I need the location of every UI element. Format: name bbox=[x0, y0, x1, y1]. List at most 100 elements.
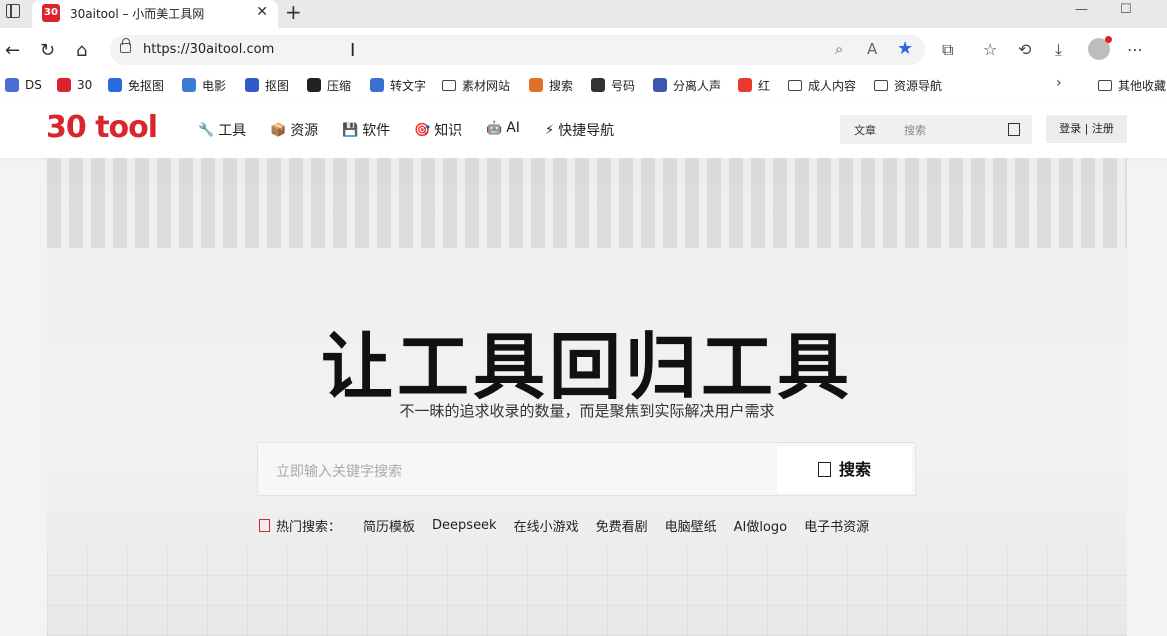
box-icon: 📦 bbox=[270, 122, 287, 138]
hot-keyword[interactable]: 电子书资源 bbox=[804, 516, 869, 535]
bookmark-2[interactable]: 免抠图 bbox=[108, 76, 164, 94]
maximize-icon[interactable]: ☐ bbox=[1120, 2, 1132, 17]
floppy-icon: 💾 bbox=[342, 122, 359, 138]
browser-tab[interactable]: 30 30aitool – 小而美工具网 ✕ bbox=[32, 0, 278, 28]
tab-title: 30aitool – 小而美工具网 bbox=[70, 7, 205, 21]
site-logo[interactable]: 30 tool bbox=[46, 110, 158, 145]
bookmark-7[interactable]: 素材网站 bbox=[442, 76, 510, 94]
30-icon bbox=[57, 78, 71, 92]
hero-search-button-label: 搜索 bbox=[838, 460, 871, 479]
extensions-icon[interactable]: ⧉ bbox=[942, 40, 953, 60]
site-header: 30 tool 🔧 工具 📦 资源 💾 软件 🎯 知识 🤖 AI ⚡ 快捷导航 文章 搜索 登录 | … bbox=[0, 98, 1167, 158]
favorites-icon[interactable]: ☆ bbox=[983, 40, 997, 59]
convert-icon bbox=[370, 78, 384, 92]
bookmark-label: 分离人声 bbox=[673, 78, 722, 93]
search-s-icon bbox=[529, 78, 543, 92]
hero-search-button[interactable]: 搜索 bbox=[777, 446, 912, 493]
bookmark-label: 抠图 bbox=[265, 78, 290, 93]
tab-strip: 30 30aitool – 小而美工具网 ✕ + — ☐ bbox=[0, 0, 1167, 28]
hot-keyword[interactable]: Deepseek bbox=[432, 518, 497, 533]
new-tab-icon[interactable]: + bbox=[285, 0, 302, 24]
address-bar[interactable]: https://30aitool.com I ⌕ A ★ bbox=[110, 35, 925, 65]
bookmark-label: 转文字 bbox=[390, 78, 427, 93]
url-text[interactable]: https://30aitool.com bbox=[143, 42, 274, 57]
bookmark-0[interactable]: DS bbox=[5, 76, 42, 94]
hot-searches-label: 热门搜索： bbox=[276, 520, 342, 535]
tab-close-icon[interactable]: ✕ bbox=[256, 4, 268, 20]
nav-item-5[interactable]: ⚡ 快捷导航 bbox=[545, 120, 614, 140]
profile-avatar[interactable] bbox=[1088, 36, 1112, 60]
bookmarks-overflow-icon[interactable]: › bbox=[1056, 75, 1062, 91]
bookmark-11[interactable]: 红 bbox=[738, 76, 770, 94]
bookmark-8[interactable]: 搜索 bbox=[529, 76, 573, 94]
film-icon bbox=[182, 78, 196, 92]
notification-dot bbox=[1105, 36, 1112, 43]
back-icon[interactable]: ← bbox=[5, 40, 20, 61]
nav-item-3[interactable]: 🎯 知识 bbox=[414, 120, 462, 140]
hero-pattern bbox=[47, 158, 1127, 248]
hot-keyword[interactable]: 电脑壁纸 bbox=[665, 516, 717, 535]
v-icon bbox=[653, 78, 667, 92]
bookmark-4[interactable]: 抠图 bbox=[245, 76, 289, 94]
cutout-icon bbox=[245, 78, 259, 92]
bookmark-label: 压缩 bbox=[327, 78, 352, 93]
hot-keyword[interactable]: 在线小游戏 bbox=[514, 516, 579, 535]
hero-title: 让工具回归工具 bbox=[320, 325, 853, 409]
phone-icon bbox=[591, 78, 605, 92]
hero-section: 让工具回归工具 不一昧的追求收录的数量，而是聚焦到实际解决用户需求 立即输入关键… bbox=[47, 158, 1127, 636]
more-options-icon[interactable]: ⋯ bbox=[1127, 40, 1143, 59]
bookmark-label: 电影 bbox=[202, 78, 227, 93]
bookmark-label: 红 bbox=[758, 78, 771, 93]
tab-actions-icon[interactable] bbox=[6, 3, 20, 18]
bookmark-9[interactable]: 号码 bbox=[591, 76, 635, 94]
read-aloud-icon[interactable]: A bbox=[867, 40, 877, 58]
ds-icon bbox=[5, 78, 19, 92]
nav-item-label: 工具 bbox=[218, 123, 247, 139]
bookmark-6[interactable]: 转文字 bbox=[370, 76, 426, 94]
bookmark-label: 素材网站 bbox=[462, 78, 511, 93]
hero-search-input[interactable]: 立即输入关键字搜索 bbox=[276, 461, 402, 481]
login-register-button[interactable]: 登录 | 注册 bbox=[1046, 115, 1127, 143]
nav-item-label: AI bbox=[506, 120, 520, 136]
nav-item-4[interactable]: 🤖 AI bbox=[486, 120, 520, 136]
bookmark-12[interactable]: 成人内容 bbox=[788, 76, 856, 94]
target-icon: 🎯 bbox=[414, 122, 431, 138]
p-icon bbox=[108, 78, 122, 92]
hot-keyword[interactable]: AI做logo bbox=[734, 516, 788, 535]
bookmarks-bar: DS 30 免抠图 电影 抠图 压缩 转文字 素材网站 搜索 号码 分离人声 红 成人内容 资源导航 › 其他… bbox=[0, 72, 1167, 98]
favorite-star-icon[interactable]: ★ bbox=[897, 38, 913, 59]
folder-icon bbox=[788, 79, 802, 91]
reload-icon[interactable]: ↻ bbox=[40, 40, 55, 61]
nav-item-1[interactable]: 📦 资源 bbox=[270, 120, 318, 140]
home-icon[interactable]: ⌂ bbox=[76, 40, 87, 61]
folder-icon bbox=[1098, 79, 1112, 91]
bookmark-10[interactable]: 分离人声 bbox=[653, 76, 721, 94]
nav-item-0[interactable]: 🔧 工具 bbox=[198, 120, 246, 140]
hot-keyword[interactable]: 免费看剧 bbox=[596, 516, 648, 535]
nav-item-2[interactable]: 💾 软件 bbox=[342, 120, 390, 140]
header-search[interactable]: 文章 搜索 bbox=[840, 115, 1032, 144]
wrench-icon: 🔧 bbox=[198, 122, 215, 138]
bookmark-3[interactable]: 电影 bbox=[182, 76, 226, 94]
zoom-icon[interactable]: ⌕ bbox=[835, 40, 843, 58]
lock-icon[interactable] bbox=[120, 38, 131, 53]
bookmark-1[interactable]: 30 bbox=[57, 76, 92, 94]
header-search-input[interactable]: 搜索 bbox=[904, 122, 926, 138]
hot-searches: 热门搜索： 简历模板 Deepseek 在线小游戏 免费看剧 电脑壁纸 AI做logo 电子… bbox=[259, 516, 886, 535]
nav-item-label: 知识 bbox=[434, 123, 463, 139]
nav-item-label: 资源 bbox=[290, 123, 319, 139]
bookmark-5[interactable]: 压缩 bbox=[307, 76, 351, 94]
bookmark-13[interactable]: 资源导航 bbox=[874, 76, 942, 94]
history-icon[interactable]: ⟲ bbox=[1018, 40, 1031, 59]
robot-icon: 🤖 bbox=[486, 120, 503, 136]
other-favorites-label: 其他收藏 bbox=[1118, 78, 1167, 93]
hot-keyword[interactable]: 简历模板 bbox=[363, 516, 415, 535]
other-favorites[interactable]: 其他收藏 bbox=[1098, 76, 1166, 94]
minimize-icon[interactable]: — bbox=[1075, 2, 1088, 17]
downloads-icon[interactable]: ⤓ bbox=[1055, 40, 1062, 60]
bookmark-label: 30 bbox=[77, 78, 93, 92]
red-icon bbox=[738, 78, 752, 92]
header-search-icon[interactable] bbox=[1008, 123, 1020, 136]
search-category-select[interactable]: 文章 bbox=[854, 122, 876, 138]
fire-icon bbox=[259, 519, 270, 532]
